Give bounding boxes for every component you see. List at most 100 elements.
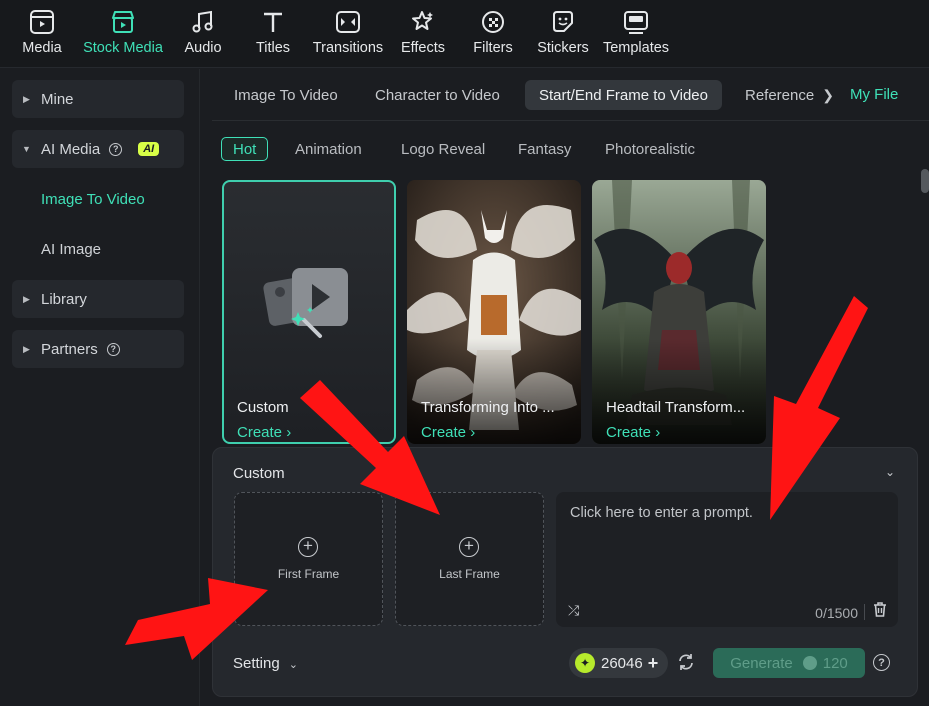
add-circle-icon: + (459, 537, 479, 557)
sidebar-item-mine[interactable]: ▶ Mine (12, 80, 184, 118)
help-icon[interactable]: ? (873, 654, 890, 671)
shuffle-icon[interactable]: ⤮ (568, 602, 579, 619)
card-create-label: Create (237, 424, 283, 441)
text-t-icon (259, 8, 287, 36)
toolbar-audio-label: Audio (184, 40, 222, 56)
divider (864, 604, 865, 620)
caret-down-icon: ▼ (22, 144, 31, 154)
tab-bar: Image To Video Character to Video Start/… (212, 69, 929, 121)
card-create-link[interactable]: Create › (421, 424, 475, 441)
add-circle-icon: + (298, 537, 318, 557)
sparkle-credit-icon: ✦ (575, 653, 595, 673)
card-create-link[interactable]: Create › (606, 424, 660, 441)
caret-right-icon: ▶ (23, 293, 30, 304)
effects-icon (409, 8, 437, 36)
card-transforming[interactable]: Transforming Into ... Create › (407, 180, 581, 444)
custom-generation-panel: Custom ⌄ + First Frame + Last Frame Clic… (212, 447, 918, 697)
ai-badge: AI (138, 142, 160, 156)
setting-dropdown[interactable]: Setting ⌄ (233, 655, 298, 672)
tab-my-file[interactable]: My File (850, 86, 898, 103)
main-content: Image To Video Character to Video Start/… (212, 69, 929, 706)
toolbar-stock-media-label: Stock Media (83, 40, 163, 56)
first-frame-label: First Frame (277, 567, 340, 581)
sidebar: ▶ Mine ▼ AI Media ? AI Image To Video AI… (0, 69, 200, 706)
generate-button[interactable]: Generate 120 (713, 648, 865, 678)
stickers-icon (549, 8, 577, 36)
toolbar-stickers[interactable]: Stickers (536, 0, 590, 68)
setting-label: Setting (233, 655, 280, 672)
generate-label: Generate (730, 654, 793, 672)
scrollbar-thumb[interactable] (921, 169, 929, 193)
toolbar-audio[interactable]: Audio (181, 0, 225, 68)
stock-media-icon (109, 8, 137, 36)
prompt-placeholder: Click here to enter a prompt. (570, 505, 753, 521)
add-credits-icon[interactable]: + (648, 653, 659, 674)
sidebar-item-library[interactable]: ▶ Library (12, 280, 184, 318)
templates-icon (622, 8, 650, 36)
card-title: Headtail Transform... (606, 399, 746, 416)
toolbar-effects[interactable]: Effects (400, 0, 446, 68)
chevron-right-icon[interactable]: ❯ (822, 87, 834, 104)
music-note-icon (189, 8, 217, 36)
toolbar-filters[interactable]: Filters (471, 0, 515, 68)
toolbar-stickers-label: Stickers (537, 40, 589, 56)
caret-right-icon: ▶ (23, 343, 30, 354)
filters-icon (479, 8, 507, 36)
generate-cost: 120 (822, 654, 848, 672)
transitions-icon (334, 8, 362, 36)
toolbar-transitions[interactable]: Transitions (311, 0, 385, 68)
toolbar-stock-media[interactable]: Stock Media (80, 0, 166, 68)
toolbar-templates[interactable]: Templates (602, 0, 670, 68)
toolbar-transitions-label: Transitions (312, 40, 384, 56)
caret-right-icon: ▶ (23, 93, 30, 104)
sidebar-item-ai-media-label: AI Media (41, 140, 101, 158)
card-title: Custom (237, 399, 289, 416)
credits-balance[interactable]: ✦ 26046 + (569, 648, 668, 678)
toolbar-titles[interactable]: Titles (252, 0, 294, 68)
tab-start-end-frame-to-video[interactable]: Start/End Frame to Video (525, 80, 722, 110)
toolbar-templates-label: Templates (602, 40, 670, 56)
trash-icon[interactable] (873, 602, 887, 622)
credit-coin-icon (802, 656, 817, 670)
toolbar-filters-label: Filters (473, 40, 513, 56)
last-frame-upload[interactable]: + Last Frame (395, 492, 544, 626)
help-icon[interactable]: ? (109, 142, 123, 156)
chevron-down-icon[interactable]: ⌄ (885, 465, 895, 479)
image-to-video-icon (263, 268, 348, 338)
chip-hot[interactable]: Hot (221, 137, 269, 161)
card-headtail[interactable]: Headtail Transform... Create › (592, 180, 766, 444)
last-frame-label: Last Frame (439, 567, 500, 581)
card-custom[interactable]: Custom Create › (222, 180, 396, 444)
card-create-label: Create (606, 424, 652, 441)
tab-character-to-video[interactable]: Character to Video (361, 80, 514, 110)
app-window: Media Stock Media Audio Titles Transitio… (0, 0, 929, 706)
prompt-input[interactable]: Click here to enter a prompt. ⤮ 0/1500 (556, 492, 898, 627)
chip-fantasy[interactable]: Fantasy (518, 137, 571, 161)
media-icon (28, 8, 56, 36)
top-toolbar: Media Stock Media Audio Titles Transitio… (0, 0, 929, 68)
card-title: Transforming Into ... (421, 399, 555, 416)
credits-count: 26046 (601, 654, 643, 672)
sidebar-item-ai-media[interactable]: ▼ AI Media ? AI (12, 130, 184, 168)
sidebar-subitem-ai-image[interactable]: AI Image (41, 241, 101, 258)
chip-photorealistic[interactable]: Photorealistic (605, 137, 695, 161)
sidebar-item-partners-label: Partners (41, 340, 98, 358)
chip-logo-reveal[interactable]: Logo Reveal (401, 137, 485, 161)
first-frame-upload[interactable]: + First Frame (234, 492, 383, 626)
sidebar-item-partners[interactable]: ▶ Partners ? (12, 330, 184, 368)
toolbar-titles-label: Titles (255, 40, 291, 56)
panel-title: Custom (233, 465, 285, 482)
card-create-link[interactable]: Create › (237, 424, 291, 441)
toolbar-media[interactable]: Media (15, 0, 69, 68)
tab-image-to-video[interactable]: Image To Video (220, 80, 352, 110)
sidebar-item-mine-label: Mine (41, 90, 74, 108)
char-count: 0/1500 (815, 605, 858, 621)
tab-reference[interactable]: Reference ❯ (731, 80, 848, 110)
chip-animation[interactable]: Animation (295, 137, 362, 161)
sidebar-subitem-image-to-video[interactable]: Image To Video (41, 191, 145, 208)
card-create-label: Create (421, 424, 467, 441)
toolbar-media-label: Media (22, 40, 62, 56)
help-icon[interactable]: ? (106, 342, 120, 356)
refresh-icon[interactable] (677, 653, 695, 676)
sidebar-item-library-label: Library (41, 290, 87, 308)
